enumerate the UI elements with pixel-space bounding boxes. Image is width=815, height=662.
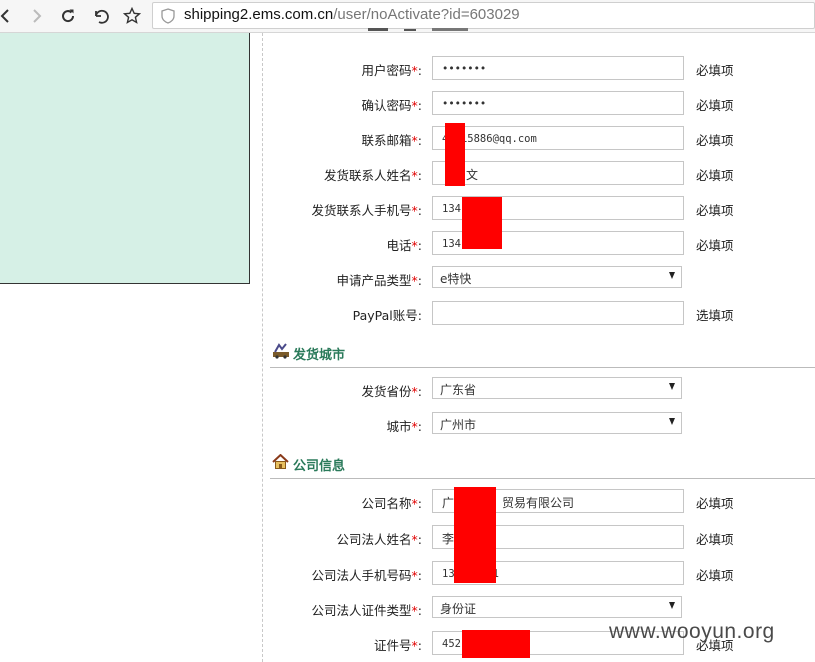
redaction-box bbox=[454, 487, 496, 583]
truck-icon bbox=[272, 343, 290, 362]
form-row-id-type: 公司法人证件类型*: 身份证 bbox=[262, 596, 815, 620]
dropdown-caret-icon bbox=[669, 418, 675, 425]
email-input[interactable]: 4 15886@qq.com bbox=[432, 126, 684, 150]
field-label: 城市*: bbox=[386, 419, 422, 434]
required-note: 必填项 bbox=[696, 98, 734, 113]
required-note: 必填项 bbox=[696, 238, 734, 253]
select-value: 广东省 bbox=[440, 383, 477, 397]
select-value: 广州市 bbox=[440, 418, 477, 432]
required-note: 必填项 bbox=[696, 168, 734, 183]
field-label: 发货联系人姓名*: bbox=[324, 168, 422, 183]
url-path: /user/noActivate?id=603029 bbox=[333, 6, 520, 23]
url-host: shipping2.ems.com.cn bbox=[184, 6, 334, 23]
form-row-city: 城市*: 广州市 bbox=[262, 412, 815, 436]
paypal-input[interactable] bbox=[432, 301, 684, 325]
section-title: 公司信息 bbox=[293, 459, 346, 474]
required-note: 必填项 bbox=[696, 133, 734, 148]
redaction-box bbox=[445, 123, 465, 186]
form-row-product-type: 申请产品类型*: e特快 bbox=[262, 266, 815, 290]
forward-icon[interactable] bbox=[24, 4, 48, 28]
back-icon[interactable] bbox=[0, 4, 18, 28]
bookmark-star-icon[interactable] bbox=[120, 4, 144, 28]
form-row-legal-rep-name: 公司法人姓名*: 李 必填项 bbox=[262, 525, 815, 549]
field-label: 申请产品类型*: bbox=[336, 273, 422, 288]
password-input[interactable]: ••••••• bbox=[432, 56, 684, 80]
undo-icon[interactable] bbox=[88, 4, 112, 28]
home-icon bbox=[272, 453, 289, 473]
clipped-label bbox=[368, 25, 478, 33]
section-title: 发货城市 bbox=[293, 348, 346, 363]
required-note: 必填项 bbox=[696, 568, 734, 583]
contact-name-input[interactable]: 文 bbox=[432, 161, 684, 185]
section-divider bbox=[270, 367, 815, 368]
required-note: 必填项 bbox=[696, 532, 734, 547]
form-row-legal-rep-mobile: 公司法人手机号码*: 13 81 必填项 bbox=[262, 561, 815, 585]
form-row-contact-name: 发货联系人姓名*: 文 必填项 bbox=[262, 161, 815, 185]
address-bar[interactable]: shipping2.ems.com.cn/user/noActivate?id=… bbox=[152, 2, 815, 29]
field-label: 联系邮箱*: bbox=[361, 133, 422, 148]
select-value: 身份证 bbox=[440, 602, 477, 616]
field-label: 用户密码*: bbox=[361, 63, 422, 78]
field-label: 证件号*: bbox=[374, 638, 422, 653]
optional-note: 选填项 bbox=[696, 308, 734, 323]
redaction-box bbox=[462, 197, 502, 249]
dropdown-caret-icon bbox=[669, 602, 675, 609]
form-row-company-name: 公司名称*: 广 贸易有限公司 必填项 bbox=[262, 489, 815, 513]
field-label: 确认密码*: bbox=[361, 98, 422, 113]
url-text: shipping2.ems.com.cn/user/noActivate?id=… bbox=[184, 6, 520, 23]
field-label: 公司法人证件类型*: bbox=[311, 603, 422, 618]
province-select[interactable]: 广东省 bbox=[432, 377, 682, 399]
section-divider bbox=[270, 478, 815, 479]
form-row-province: 发货省份*: 广东省 bbox=[262, 377, 815, 401]
field-label: 公司法人手机号码*: bbox=[311, 568, 422, 583]
id-type-select[interactable]: 身份证 bbox=[432, 596, 682, 618]
dropdown-caret-icon bbox=[669, 272, 675, 279]
product-type-select[interactable]: e特快 bbox=[432, 266, 682, 288]
redaction-box bbox=[462, 630, 530, 658]
confirm-password-input[interactable]: ••••••• bbox=[432, 91, 684, 115]
field-label: 公司名称*: bbox=[361, 496, 422, 511]
select-value: e特快 bbox=[440, 272, 472, 286]
shield-icon bbox=[161, 8, 175, 27]
form-row-phone: 电话*: 134 81 必填项 bbox=[262, 231, 815, 255]
field-label: 发货联系人手机号*: bbox=[311, 203, 422, 218]
reload-icon[interactable] bbox=[56, 4, 80, 28]
form-row-password: 用户密码*: ••••••• 必填项 bbox=[262, 56, 815, 80]
required-note: 必填项 bbox=[696, 496, 734, 511]
field-label: 公司法人姓名*: bbox=[336, 532, 422, 547]
dropdown-caret-icon bbox=[669, 383, 675, 390]
field-label: PayPal账号: bbox=[352, 308, 422, 323]
section-company-info: 公司信息 bbox=[270, 452, 815, 479]
form-row-paypal: PayPal账号: 选填项 bbox=[262, 301, 815, 325]
section-shipping-city: 发货城市 bbox=[270, 341, 815, 368]
field-label: 发货省份*: bbox=[361, 384, 422, 399]
form-row-contact-mobile: 发货联系人手机号*: 134 81 必填项 bbox=[262, 196, 815, 220]
required-note: 必填项 bbox=[696, 203, 734, 218]
required-note: 必填项 bbox=[696, 63, 734, 78]
watermark: www.wooyun.org bbox=[609, 620, 775, 643]
field-label: 电话*: bbox=[386, 238, 422, 253]
city-select[interactable]: 广州市 bbox=[432, 412, 682, 434]
form-row-confirm-password: 确认密码*: ••••••• 必填项 bbox=[262, 91, 815, 115]
form-row-email: 联系邮箱*: 4 15886@qq.com 必填项 bbox=[262, 126, 815, 150]
left-panel bbox=[0, 33, 250, 284]
